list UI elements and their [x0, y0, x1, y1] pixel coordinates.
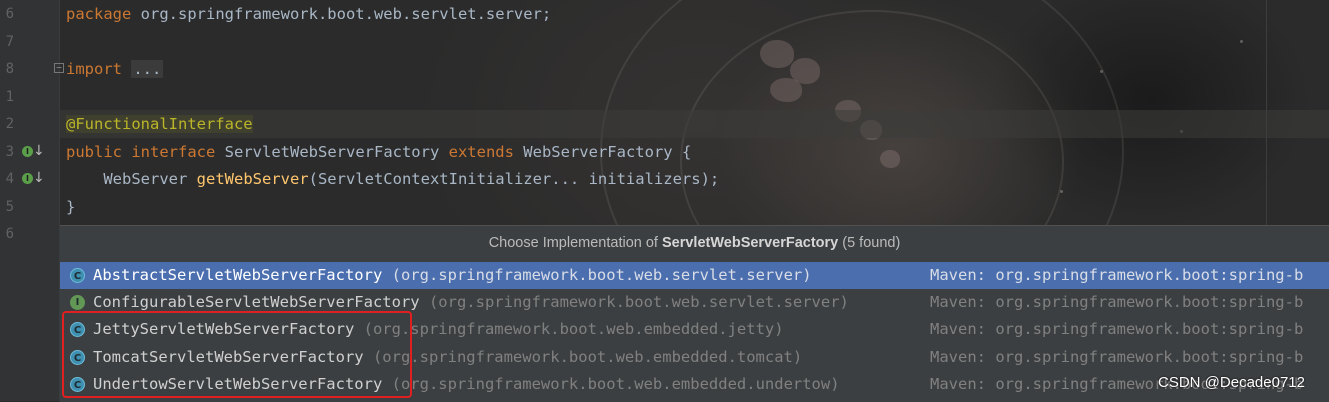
popup-title: Choose Implementation of ServletWebServe…: [488, 235, 901, 251]
line-number: 6: [5, 226, 14, 242]
fold-toggle-icon[interactable]: −: [54, 63, 64, 73]
class-icon: C: [70, 268, 85, 283]
right-margin-guide: [1266, 0, 1267, 225]
code-line-method: WebServer getWebServer(ServletContextIni…: [66, 170, 720, 188]
implementation-item[interactable]: C AbstractServletWebServerFactory (org.s…: [60, 262, 1329, 289]
line-number: 5: [5, 199, 14, 215]
line-number: 1: [5, 89, 14, 105]
code-line-import: import ...: [66, 60, 164, 78]
folded-imports[interactable]: ...: [131, 60, 164, 78]
line-number: 2: [5, 116, 14, 132]
line-number: 7: [5, 34, 14, 50]
code-line-annotation: @FunctionalInterface: [66, 115, 253, 133]
watermark: CSDN @Decade0712: [1158, 374, 1305, 391]
implemented-by-gutter-icon[interactable]: I ↓: [22, 143, 45, 160]
code-line-closing-brace: }: [66, 198, 76, 216]
line-number: 3: [5, 144, 14, 160]
editor-gutter: 6 7 8 1 2 3 4 5 6 I ↓ I ↓: [0, 0, 60, 401]
implemented-by-gutter-icon[interactable]: I ↓: [22, 170, 45, 187]
code-line-package: package org.springframework.boot.web.ser…: [66, 5, 552, 23]
code-line-interface-declaration: public interface ServletWebServerFactory…: [66, 143, 692, 161]
line-number: 4: [5, 171, 14, 187]
highlight-annotation-box: [62, 311, 412, 398]
line-number: 6: [5, 6, 14, 22]
line-number: 8: [5, 61, 14, 77]
interface-icon: I: [70, 295, 85, 310]
